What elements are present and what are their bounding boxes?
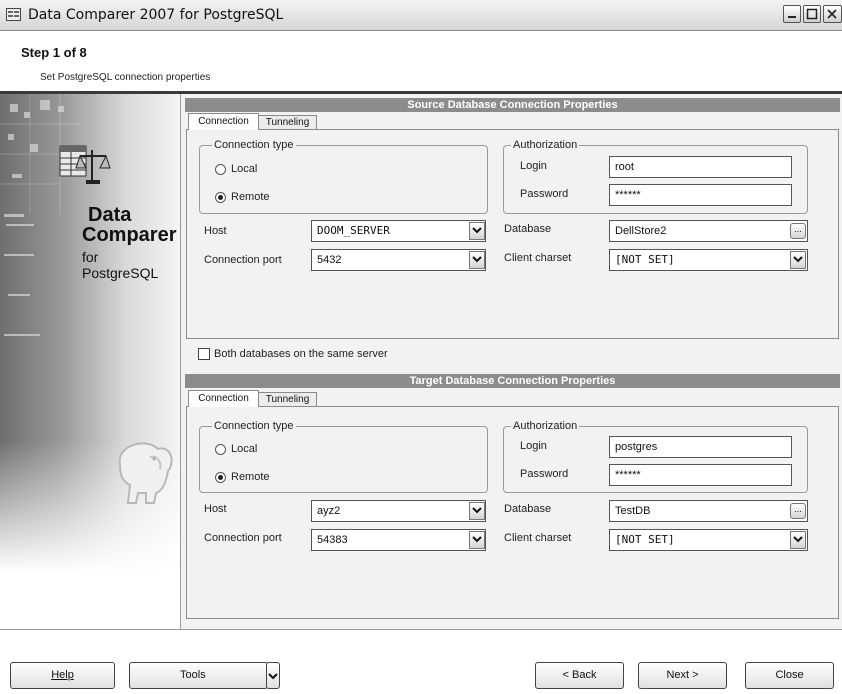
target-charset-select[interactable]: [NOT SET] (609, 529, 808, 551)
minimize-icon (788, 16, 796, 18)
tools-button[interactable]: Tools (129, 662, 268, 689)
target-database-label: Database (504, 503, 552, 515)
source-database-label: Database (504, 223, 552, 235)
target-database-browse-button[interactable]: ... (790, 503, 806, 519)
source-charset-dropdown[interactable] (790, 251, 806, 269)
same-server-label[interactable]: Both databases on the same server (214, 348, 388, 360)
data-comparer-logo-icon (59, 145, 111, 184)
close-button[interactable]: Close (745, 662, 834, 689)
tools-dropdown-button[interactable] (266, 662, 280, 689)
chevron-down-icon (793, 536, 803, 543)
same-server-checkbox[interactable] (198, 348, 210, 360)
app-icon (6, 8, 21, 21)
help-button[interactable]: Help (10, 662, 115, 689)
target-charset-dropdown[interactable] (790, 531, 806, 549)
source-port-dropdown[interactable] (469, 251, 485, 269)
brand-line-1: Data (88, 204, 132, 226)
target-port-dropdown[interactable] (469, 531, 485, 549)
source-remote-radio[interactable] (215, 192, 226, 203)
close-icon (827, 9, 837, 19)
source-tab-connection[interactable]: Connection (188, 113, 259, 130)
target-charset-label: Client charset (504, 532, 572, 544)
chevron-down-icon (472, 227, 482, 234)
target-authorization-label: Authorization (511, 420, 580, 432)
next-button[interactable]: Next > (638, 662, 727, 689)
source-host-dropdown[interactable] (469, 222, 485, 240)
maximize-button[interactable] (803, 5, 821, 23)
source-local-label[interactable]: Local (231, 163, 257, 175)
source-host-label: Host (204, 225, 227, 237)
source-connection-type-group (199, 145, 488, 214)
source-section-title: Source Database Connection Properties (185, 98, 840, 112)
maximize-icon (806, 8, 818, 20)
source-database-input[interactable]: DellStore2 (609, 220, 808, 242)
source-database-browse-button[interactable]: ... (790, 223, 806, 239)
target-port-label: Connection port (204, 532, 282, 544)
target-password-label: Password (520, 468, 569, 480)
target-host-dropdown[interactable] (469, 502, 485, 520)
source-authorization-label: Authorization (511, 139, 580, 151)
source-password-input[interactable]: ****** (609, 184, 792, 206)
target-password-input[interactable]: ****** (609, 464, 792, 486)
target-host-select[interactable]: ayz2 (311, 500, 486, 522)
source-charset-select[interactable]: [NOT SET] (609, 249, 808, 271)
source-connection-type-label: Connection type (212, 139, 296, 151)
source-password-label: Password (520, 188, 569, 200)
target-database-input[interactable]: TestDB (609, 500, 808, 522)
source-port-select[interactable]: 5432 (311, 249, 486, 271)
target-section-title: Target Database Connection Properties (185, 374, 840, 388)
brand-line-4: PostgreSQL (82, 265, 159, 281)
target-remote-label[interactable]: Remote (231, 471, 270, 483)
brand-line-3: for (82, 249, 99, 265)
chevron-down-icon (472, 507, 482, 514)
minimize-button[interactable] (783, 5, 801, 23)
source-local-radio[interactable] (215, 164, 226, 175)
source-remote-label[interactable]: Remote (231, 191, 270, 203)
brand-line-2: Comparer (82, 224, 177, 246)
back-button[interactable]: < Back (535, 662, 624, 689)
source-port-label: Connection port (204, 254, 282, 266)
target-login-label: Login (520, 440, 547, 452)
postgresql-elephant-icon (118, 442, 173, 504)
chevron-down-icon (793, 256, 803, 263)
close-window-button[interactable] (823, 5, 842, 23)
target-tab-connection[interactable]: Connection (188, 390, 259, 407)
source-login-label: Login (520, 160, 547, 172)
target-local-label[interactable]: Local (231, 443, 257, 455)
source-login-input[interactable]: root (609, 156, 792, 178)
help-button-label: Help (51, 669, 74, 681)
ellipsis-icon: ... (794, 504, 802, 514)
target-tab-tunneling[interactable]: Tunneling (258, 392, 317, 407)
chevron-down-icon (268, 673, 278, 680)
target-connection-type-label: Connection type (212, 420, 296, 432)
source-tab-tunneling[interactable]: Tunneling (258, 115, 317, 130)
step-title: Step 1 of 8 (21, 45, 87, 60)
source-host-select[interactable]: DOOM_SERVER (311, 220, 486, 242)
target-local-radio[interactable] (215, 444, 226, 455)
step-subtitle: Set PostgreSQL connection properties (40, 72, 211, 83)
target-port-select[interactable]: 54383 (311, 529, 486, 551)
target-login-input[interactable]: postgres (609, 436, 792, 458)
chevron-down-icon (472, 536, 482, 543)
target-remote-radio[interactable] (215, 472, 226, 483)
ellipsis-icon: ... (794, 224, 802, 234)
footer-divider (0, 629, 842, 630)
chevron-down-icon (472, 256, 482, 263)
source-charset-label: Client charset (504, 252, 572, 264)
target-host-label: Host (204, 503, 227, 515)
window-title: Data Comparer 2007 for PostgreSQL (28, 7, 284, 23)
brand-subtitle: for PostgreSQL (82, 249, 158, 281)
brand-name: Data Comparer (82, 204, 176, 245)
